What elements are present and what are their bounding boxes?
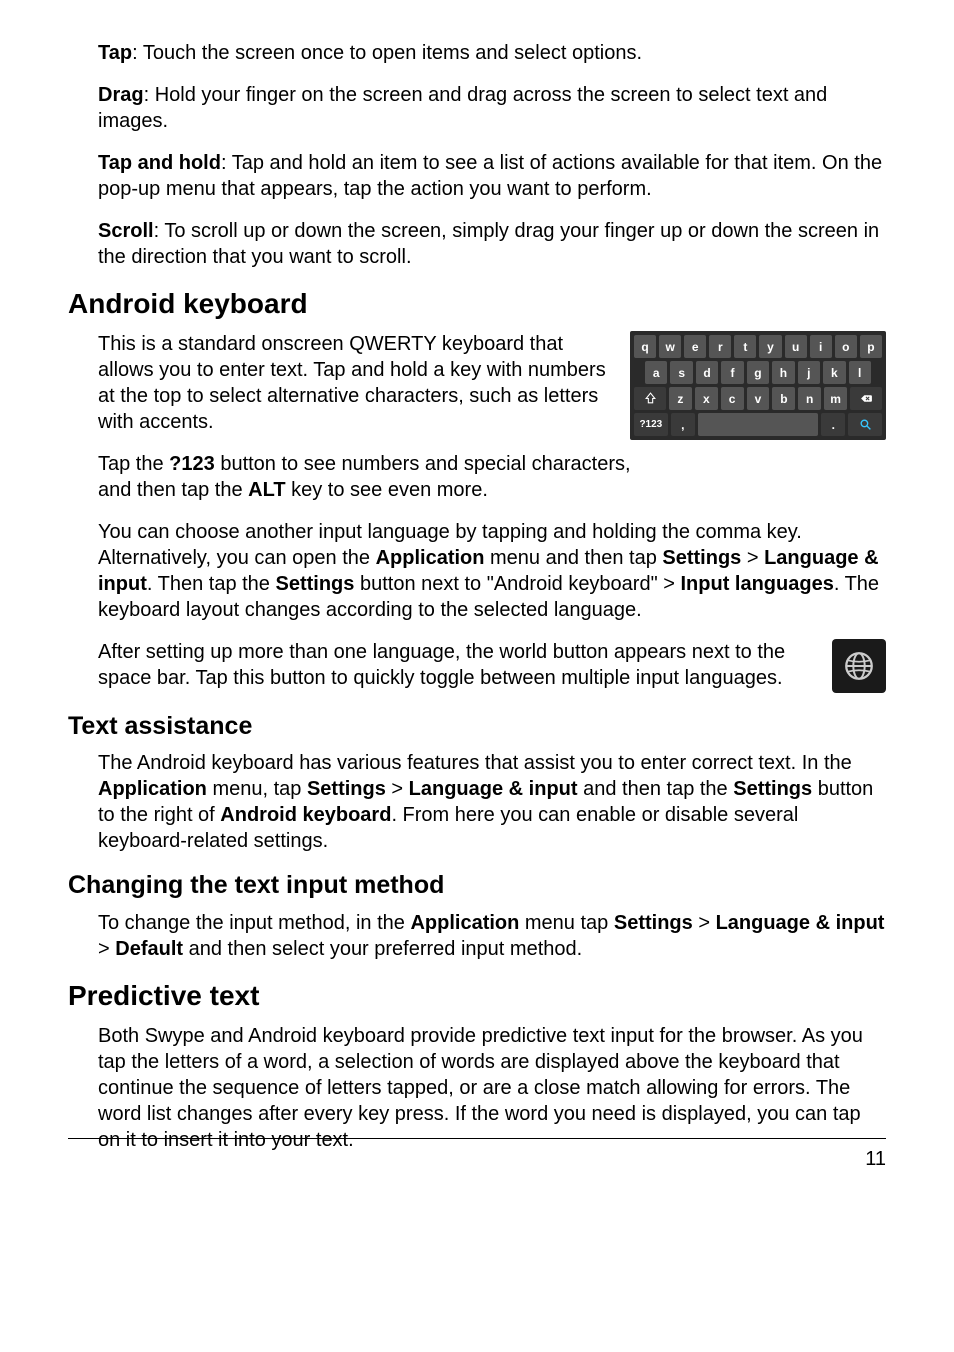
gesture-tap: Tap: Touch the screen once to open items… [98,40,886,66]
key-b: b [772,387,795,410]
key-l: l [849,361,871,384]
predictive-text-body: Both Swype and Android keyboard provide … [98,1023,886,1153]
key-g: g [747,361,769,384]
key-r: r [709,335,731,358]
gesture-drag: Drag: Hold your finger on the screen and… [98,82,886,134]
space-key [698,413,818,436]
period-key: . [821,413,845,436]
key-d: d [696,361,718,384]
heading-predictive-text: Predictive text [68,978,886,1013]
text-assistance-body: The Android keyboard has various feature… [98,750,886,854]
key-s: s [670,361,692,384]
key-z: z [669,387,692,410]
key-m: m [824,387,847,410]
key-w: w [659,335,681,358]
key-a: a [645,361,667,384]
key-k: k [823,361,845,384]
key-v: v [747,387,770,410]
keyboard-row-3: z x c v b n m [634,387,882,410]
comma-key: , [671,413,695,436]
page-number: 11 [865,1148,886,1171]
key-n: n [798,387,821,410]
key-h: h [772,361,794,384]
key-o: o [835,335,857,358]
shift-key-icon [634,387,666,410]
keyboard-row-4: ?123 , . [634,413,882,436]
search-key-icon [848,413,882,436]
key-y: y [759,335,781,358]
key-i: i [810,335,832,358]
numbers-key: ?123 [634,413,668,436]
keyboard-illustration: q w e r t y u i o p a s d f g h j k l [630,331,886,440]
android-kb-intro: This is a standard onscreen QWERTY keybo… [98,331,638,435]
key-q: q [634,335,656,358]
heading-changing-input: Changing the text input method [68,870,886,901]
key-f: f [721,361,743,384]
document-page: Tap: Touch the screen once to open items… [0,0,954,1209]
key-x: x [695,387,718,410]
android-kb-numbers: Tap the ?123 button to see numbers and s… [98,451,638,503]
android-kb-language: You can choose another input language by… [98,519,886,623]
key-j: j [798,361,820,384]
gesture-scroll: Scroll: To scroll up or down the screen,… [98,218,886,270]
gesture-tap-and-hold: Tap and hold: Tap and hold an item to se… [98,150,886,202]
changing-input-body: To change the input method, in the Appli… [98,910,886,962]
footer-rule [68,1138,886,1139]
keyboard-row-1: q w e r t y u i o p [634,335,882,358]
heading-text-assistance: Text assistance [68,711,886,742]
key-c: c [721,387,744,410]
backspace-key-icon [850,387,882,410]
key-e: e [684,335,706,358]
android-kb-world-button: After setting up more than one language,… [98,639,838,691]
heading-android-keyboard: Android keyboard [68,286,886,321]
keyboard-row-2: a s d f g h j k l [634,361,882,384]
globe-button-icon [832,639,886,693]
key-p: p [860,335,882,358]
key-t: t [734,335,756,358]
key-u: u [785,335,807,358]
